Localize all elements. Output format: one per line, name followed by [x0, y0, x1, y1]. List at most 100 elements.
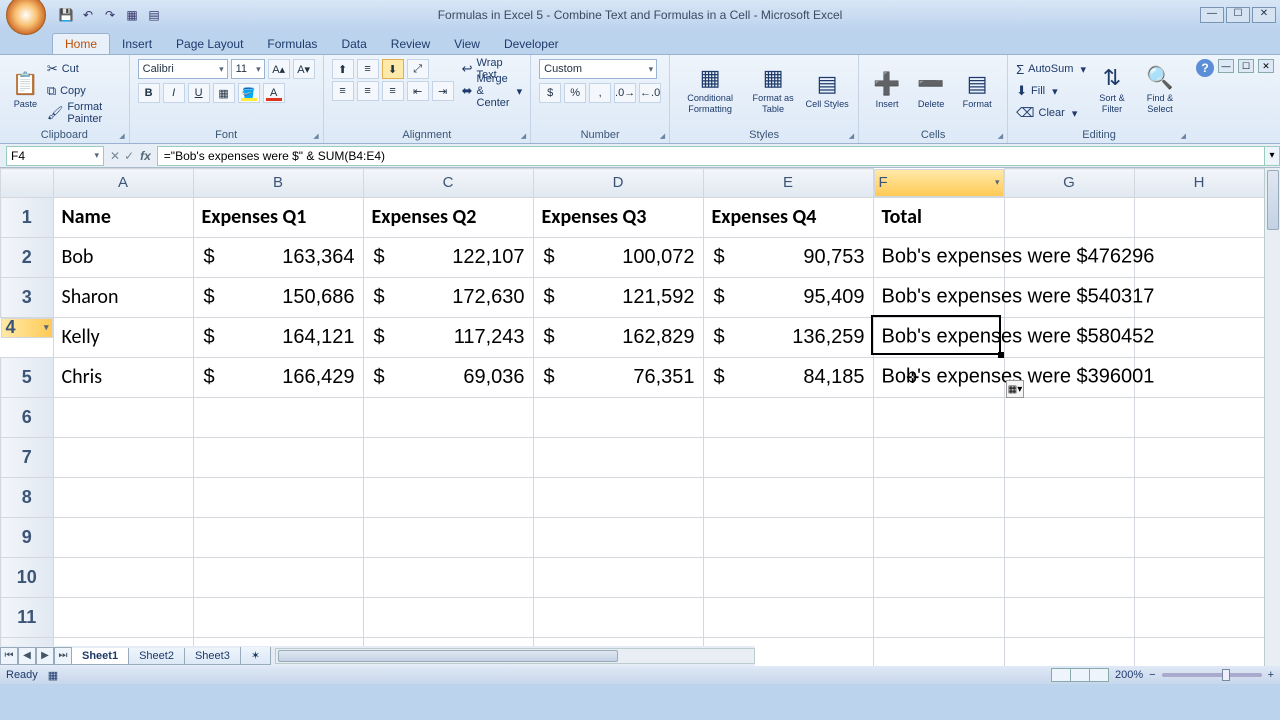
- cut-button[interactable]: ✂Cut: [47, 59, 121, 79]
- ribbon-minimize-button[interactable]: —: [1218, 59, 1234, 73]
- cell[interactable]: [193, 477, 363, 517]
- expand-formula-bar-button[interactable]: ▾: [1264, 146, 1280, 166]
- tab-developer[interactable]: Developer: [492, 34, 571, 54]
- tab-insert[interactable]: Insert: [110, 34, 164, 54]
- cell[interactable]: [1134, 517, 1264, 557]
- cell[interactable]: $90,753: [703, 237, 873, 277]
- tab-review[interactable]: Review: [379, 34, 442, 54]
- sheet-nav-first[interactable]: ⏮: [0, 647, 18, 665]
- align-right-button[interactable]: ≡: [382, 81, 404, 101]
- cell[interactable]: [703, 557, 873, 597]
- cell[interactable]: $172,630: [363, 277, 533, 317]
- italic-button[interactable]: I: [163, 83, 185, 103]
- cell[interactable]: [533, 517, 703, 557]
- paste-button[interactable]: 📋Paste: [8, 59, 43, 121]
- align-left-button[interactable]: ≡: [332, 81, 354, 101]
- ribbon-restore-button[interactable]: ☐: [1238, 59, 1254, 73]
- shrink-font-button[interactable]: A▾: [293, 59, 315, 79]
- page-break-view-button[interactable]: [1089, 668, 1109, 682]
- cell[interactable]: [703, 517, 873, 557]
- autosum-button[interactable]: ΣAutoSum ▾: [1016, 59, 1086, 79]
- select-all-button[interactable]: [1, 169, 54, 198]
- tab-home[interactable]: Home: [52, 33, 110, 54]
- cell[interactable]: Bob: [53, 237, 193, 277]
- tab-data[interactable]: Data: [329, 34, 378, 54]
- zoom-out-button[interactable]: −: [1149, 669, 1155, 681]
- column-header[interactable]: H: [1134, 169, 1264, 198]
- cell[interactable]: $76,351: [533, 357, 703, 397]
- cell[interactable]: [873, 477, 1004, 517]
- cell[interactable]: [53, 397, 193, 437]
- horizontal-scrollbar[interactable]: [275, 648, 755, 664]
- format-as-table-button[interactable]: ▦Format as Table: [746, 59, 800, 121]
- cell[interactable]: Kelly: [53, 317, 193, 357]
- cell[interactable]: [703, 597, 873, 637]
- row-header[interactable]: 10: [1, 557, 54, 597]
- cell[interactable]: Bob's expenses were $580452: [873, 317, 1004, 357]
- maximize-button[interactable]: ☐: [1226, 7, 1250, 23]
- cell[interactable]: $100,072: [533, 237, 703, 277]
- cell[interactable]: [363, 477, 533, 517]
- cell-styles-button[interactable]: ▤Cell Styles: [804, 59, 850, 121]
- undo-icon[interactable]: ↶: [80, 7, 96, 23]
- cell[interactable]: [1004, 597, 1134, 637]
- cell[interactable]: [1004, 557, 1134, 597]
- row-header[interactable]: 8: [1, 477, 54, 517]
- macro-record-icon[interactable]: ▦: [48, 669, 58, 682]
- cell[interactable]: [533, 397, 703, 437]
- cell[interactable]: [1134, 597, 1264, 637]
- percent-button[interactable]: %: [564, 83, 586, 103]
- cell[interactable]: [363, 397, 533, 437]
- close-button[interactable]: ✕: [1252, 7, 1276, 23]
- cell[interactable]: [193, 397, 363, 437]
- cell[interactable]: Expenses Q3: [533, 197, 703, 237]
- worksheet-grid[interactable]: ABCDEFGH1NameExpenses Q1Expenses Q2Expen…: [0, 168, 1280, 684]
- cell[interactable]: [363, 557, 533, 597]
- cell[interactable]: [873, 557, 1004, 597]
- cell[interactable]: [533, 557, 703, 597]
- cell[interactable]: [873, 597, 1004, 637]
- cell[interactable]: [1004, 477, 1134, 517]
- cell[interactable]: [1134, 557, 1264, 597]
- column-header[interactable]: C: [363, 169, 533, 198]
- cell[interactable]: [1004, 437, 1134, 477]
- column-header[interactable]: D: [533, 169, 703, 198]
- row-header[interactable]: 6: [1, 397, 54, 437]
- row-header[interactable]: 7: [1, 437, 54, 477]
- cell[interactable]: [53, 517, 193, 557]
- qat-icon[interactable]: ▤: [146, 7, 162, 23]
- cell[interactable]: [873, 437, 1004, 477]
- cell[interactable]: $166,429: [193, 357, 363, 397]
- row-header[interactable]: 5: [1, 357, 54, 397]
- cell[interactable]: [1004, 517, 1134, 557]
- new-sheet-button[interactable]: ✶: [240, 647, 271, 665]
- font-color-button[interactable]: A: [263, 83, 285, 103]
- cell[interactable]: [533, 437, 703, 477]
- cell[interactable]: [53, 597, 193, 637]
- format-cells-button[interactable]: ▤Format: [955, 59, 999, 121]
- sheet-tab[interactable]: Sheet2: [128, 648, 185, 665]
- cell[interactable]: $162,829: [533, 317, 703, 357]
- cell[interactable]: [533, 477, 703, 517]
- cell[interactable]: $164,121: [193, 317, 363, 357]
- row-header[interactable]: 1: [1, 197, 54, 237]
- align-top-button[interactable]: ⬆: [332, 59, 354, 79]
- minimize-button[interactable]: —: [1200, 7, 1224, 23]
- cell[interactable]: [703, 397, 873, 437]
- cell[interactable]: [1134, 437, 1264, 477]
- cell[interactable]: [193, 517, 363, 557]
- bold-button[interactable]: B: [138, 83, 160, 103]
- cell[interactable]: [363, 597, 533, 637]
- cell[interactable]: [193, 597, 363, 637]
- sheet-nav-last[interactable]: ⏭: [54, 647, 72, 665]
- delete-cells-button[interactable]: ➖Delete: [911, 59, 951, 121]
- insert-cells-button[interactable]: ➕Insert: [867, 59, 907, 121]
- cell[interactable]: [873, 517, 1004, 557]
- cell[interactable]: Expenses Q1: [193, 197, 363, 237]
- cell[interactable]: Expenses Q4: [703, 197, 873, 237]
- column-header[interactable]: A: [53, 169, 193, 198]
- cell[interactable]: $121,592: [533, 277, 703, 317]
- redo-icon[interactable]: ↷: [102, 7, 118, 23]
- column-header[interactable]: G: [1004, 169, 1134, 198]
- zoom-slider[interactable]: [1162, 673, 1262, 677]
